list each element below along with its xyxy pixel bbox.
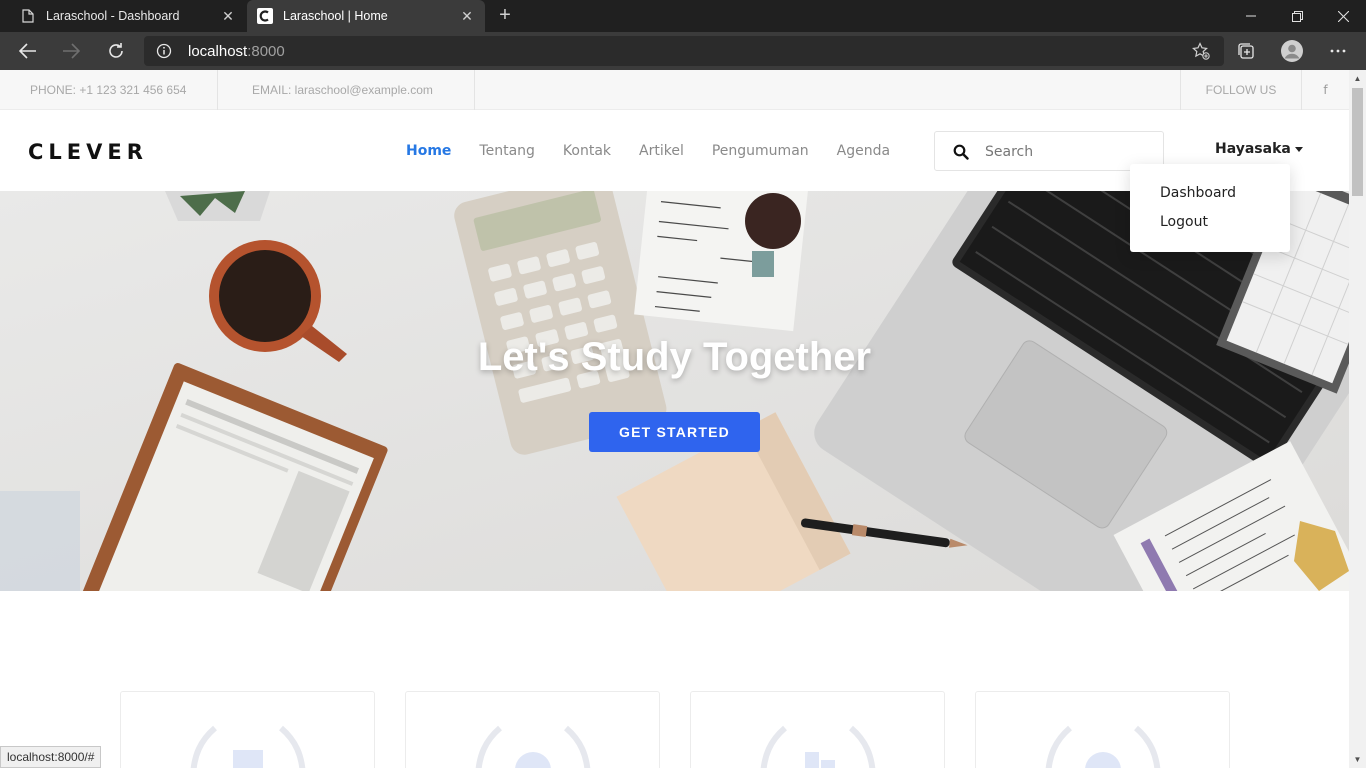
feature-card[interactable]	[690, 691, 945, 768]
feature-cards	[0, 691, 1349, 768]
scroll-up-arrow-icon[interactable]: ▲	[1349, 70, 1366, 87]
laurel-document-icon	[190, 725, 306, 768]
tab-title: Laraschool | Home	[283, 9, 388, 23]
feature-card[interactable]	[120, 691, 375, 768]
minimize-icon[interactable]	[1228, 0, 1274, 32]
window-close-icon[interactable]	[1320, 0, 1366, 32]
reload-icon[interactable]	[102, 37, 130, 65]
contact-topbar: PHONE: +1 123 321 456 654 EMAIL: larasch…	[0, 70, 1349, 110]
browser-toolbar: localhost:8000	[0, 32, 1366, 70]
more-options-icon[interactable]	[1324, 37, 1352, 65]
back-arrow-icon[interactable]	[14, 37, 42, 65]
menu-item-tentang[interactable]: Tentang	[479, 143, 535, 159]
main-menu: Home Tentang Kontak Artikel Pengumuman A…	[392, 111, 904, 191]
restore-icon[interactable]	[1274, 0, 1320, 32]
scroll-down-arrow-icon[interactable]: ▼	[1349, 751, 1366, 768]
user-dropdown-menu: Dashboard Logout	[1130, 164, 1290, 252]
follow-us-label: FOLLOW US	[1180, 70, 1302, 110]
caret-down-icon	[1294, 146, 1303, 152]
forward-arrow-icon[interactable]	[57, 37, 85, 65]
get-started-button[interactable]: GET STARTED	[589, 412, 760, 452]
page-viewport: PHONE: +1 123 321 456 654 EMAIL: larasch…	[0, 70, 1366, 768]
url-text[interactable]: localhost:8000	[188, 43, 285, 60]
scroll-thumb[interactable]	[1352, 88, 1363, 196]
menu-item-artikel[interactable]: Artikel	[639, 143, 684, 159]
close-icon[interactable]: ✕	[459, 8, 475, 24]
dropdown-item-dashboard[interactable]: Dashboard	[1160, 185, 1236, 201]
profile-avatar-icon[interactable]	[1278, 37, 1306, 65]
search-icon[interactable]	[953, 144, 969, 160]
close-icon[interactable]: ✕	[220, 8, 236, 24]
feature-card[interactable]	[975, 691, 1230, 768]
search-input[interactable]	[985, 142, 1155, 162]
dropdown-item-logout[interactable]: Logout	[1160, 214, 1208, 230]
browser-tab-dashboard[interactable]: Laraschool - Dashboard ✕	[8, 0, 246, 32]
url-port: :8000	[247, 43, 285, 60]
site-favicon	[257, 8, 273, 24]
menu-item-pengumuman[interactable]: Pengumuman	[712, 143, 809, 159]
menu-item-home[interactable]: Home	[406, 143, 451, 159]
user-menu-toggle[interactable]: Hayasaka	[1215, 141, 1303, 157]
collections-icon[interactable]	[1232, 37, 1260, 65]
contact-phone: PHONE: +1 123 321 456 654	[0, 70, 218, 110]
link-status-bar: localhost:8000/#	[0, 746, 102, 768]
user-name: Hayasaka	[1215, 141, 1291, 157]
info-icon[interactable]	[156, 43, 172, 59]
menu-item-kontak[interactable]: Kontak	[563, 143, 611, 159]
contact-email: EMAIL: laraschool@example.com	[218, 70, 475, 110]
add-favorite-icon[interactable]	[1192, 42, 1210, 60]
new-tab-icon[interactable]: +	[494, 5, 516, 27]
browser-tab-home[interactable]: Laraschool | Home ✕	[247, 0, 485, 32]
site-logo[interactable]: CLEVER	[28, 140, 148, 164]
laurel-globe-icon	[475, 725, 591, 768]
url-host: localhost	[188, 43, 248, 60]
menu-item-agenda[interactable]: Agenda	[837, 143, 890, 159]
hero-title: Let's Study Together	[477, 335, 872, 379]
feature-card[interactable]	[405, 691, 660, 768]
page-scrollbar[interactable]: ▲ ▼	[1349, 70, 1366, 768]
laurel-book-icon	[760, 725, 876, 768]
facebook-icon[interactable]: f	[1302, 70, 1349, 110]
browser-tab-strip: Laraschool - Dashboard ✕ Laraschool | Ho…	[0, 0, 1366, 32]
address-bar[interactable]: localhost:8000	[144, 36, 1224, 66]
tab-title: Laraschool - Dashboard	[46, 9, 180, 23]
laurel-clock-icon	[1045, 725, 1161, 768]
page-icon	[20, 8, 36, 24]
